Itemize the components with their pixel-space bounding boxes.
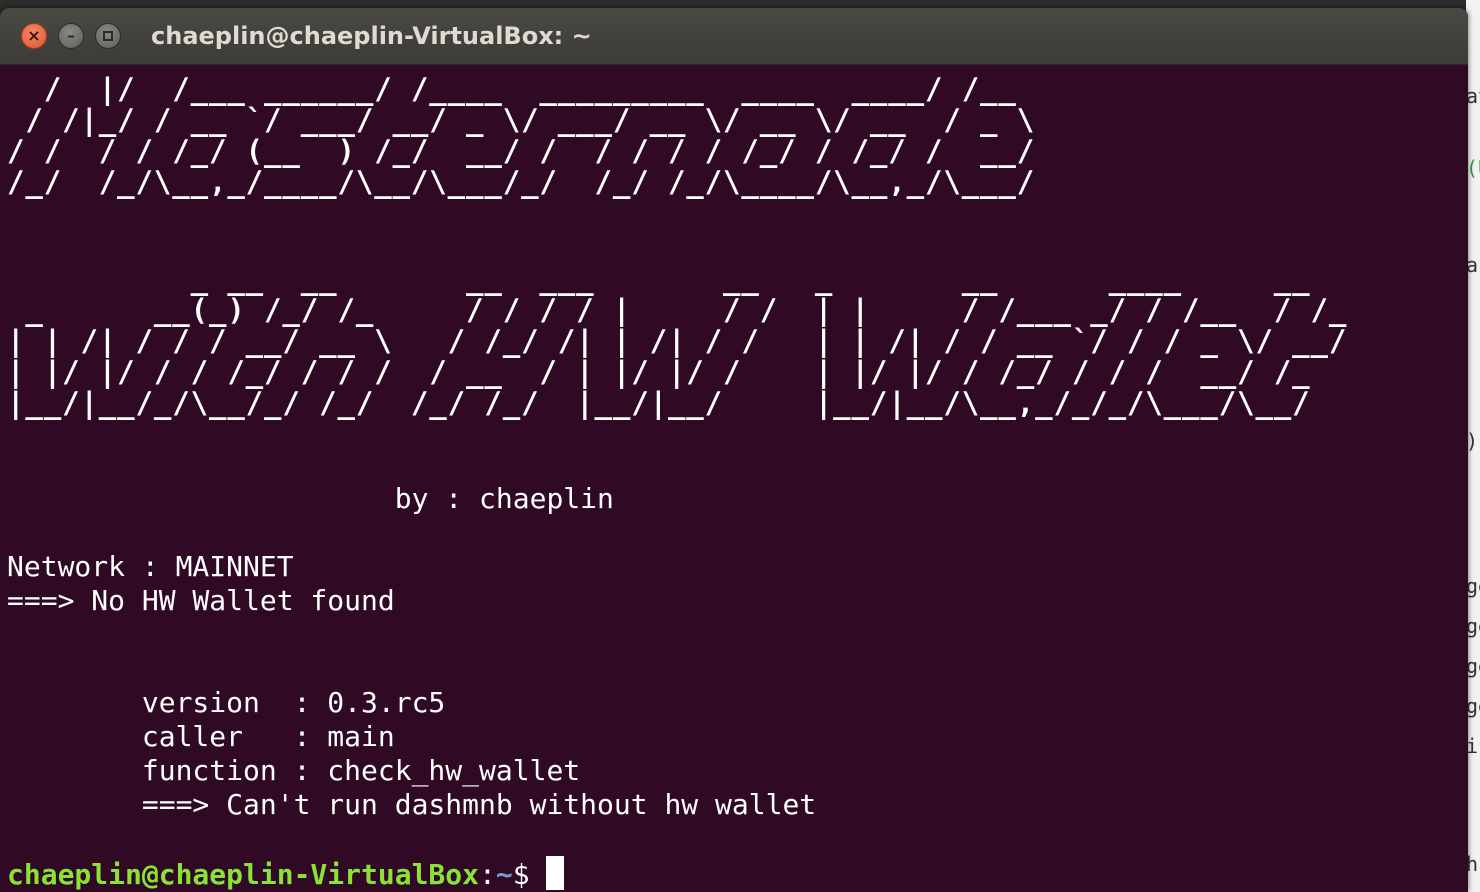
terminal-output[interactable]: / |/ /___ ______/ /____ _________ ____ _… (7, 68, 1468, 892)
text-cursor (545, 856, 564, 890)
shell-prompt[interactable]: chaeplin@chaeplin-VirtualBox:~$ (7, 856, 564, 892)
bg-text-fragment: ar (1466, 253, 1480, 277)
minimize-icon: – (67, 26, 75, 45)
bg-text-fragment: (U (1466, 156, 1480, 180)
ascii-banner-subtitle: _ __ __ __ ___ __ _ __ ____ __ _ __(_) /… (7, 262, 1348, 420)
bg-text-fragment: at (1466, 84, 1480, 108)
bg-text-fragment: ge (1466, 654, 1480, 678)
bg-text-fragment: ge (1466, 574, 1480, 598)
network-line: Network : MAINNET (7, 550, 294, 583)
maximize-button[interactable] (95, 23, 121, 49)
prompt-separator: : (479, 858, 496, 891)
close-icon: × (27, 26, 41, 45)
function-line: function : check_hw_wallet (7, 754, 581, 787)
background-window: at (U ar ) ge ge ge ge i h (1466, 0, 1480, 892)
maximize-icon (103, 31, 113, 41)
close-button[interactable]: × (21, 23, 47, 49)
title-bar[interactable]: × – chaeplin@chaeplin-VirtualBox: ~ (0, 8, 1468, 65)
minimize-button[interactable]: – (58, 23, 84, 49)
prompt-path: ~ (495, 858, 513, 891)
caller-line: caller : main (7, 720, 395, 753)
hw-status-line: ===> No HW Wallet found (7, 584, 395, 617)
window-title: chaeplin@chaeplin-VirtualBox: ~ (151, 22, 592, 50)
version-line: version : 0.3.rc5 (7, 686, 446, 719)
bg-text-fragment: ge (1466, 694, 1480, 718)
error-line: ===> Can't run dashmnb without hw wallet (7, 788, 817, 821)
terminal-window[interactable]: × – chaeplin@chaeplin-VirtualBox: ~ / |/… (0, 8, 1468, 892)
prompt-symbol: $ (512, 858, 530, 891)
byline: by : chaeplin (7, 482, 614, 515)
prompt-user-host: chaeplin@chaeplin-VirtualBox (7, 858, 480, 891)
bg-text-fragment: ge (1466, 614, 1480, 638)
ascii-banner-title: / |/ /___ ______/ /____ _________ ____ _… (7, 72, 1036, 199)
